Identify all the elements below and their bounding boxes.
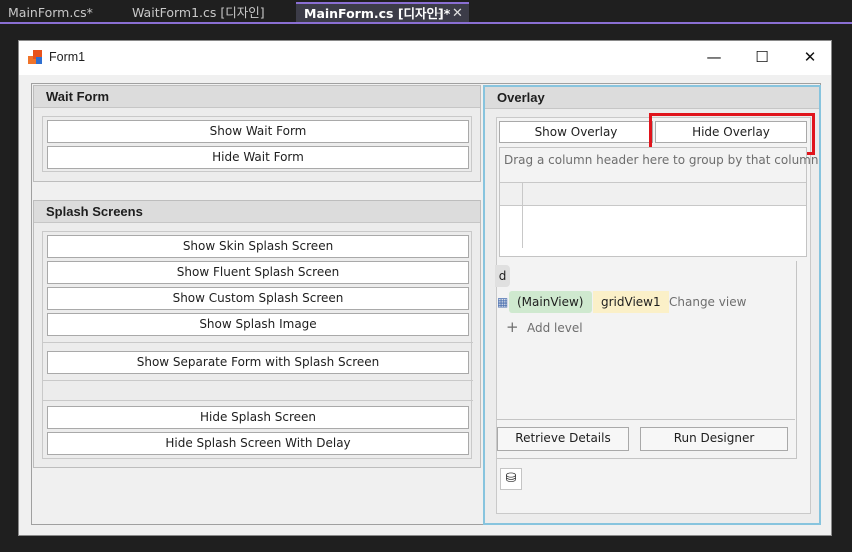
divider — [43, 400, 473, 401]
tab-label: WaitForm1.cs [디자인] — [132, 5, 265, 20]
group-panel-text: Drag a column header here to group by th… — [504, 153, 819, 167]
divider — [43, 342, 473, 343]
level-tab[interactable]: d — [495, 265, 510, 287]
column-header-row — [500, 182, 806, 206]
wait-form-group: Wait Form Show Wait Form Hide Wait Form — [33, 85, 481, 182]
form-app-icon — [28, 50, 43, 65]
close-window-button[interactable]: ✕ — [787, 41, 833, 73]
title-bar: Form1 — ☐ ✕ — [19, 41, 831, 75]
main-view-chip[interactable]: (MainView) — [509, 291, 592, 313]
hide-splash-button[interactable]: Hide Splash Screen — [47, 406, 469, 429]
show-fluent-splash-button[interactable]: Show Fluent Splash Screen — [47, 261, 469, 284]
show-wait-form-button[interactable]: Show Wait Form — [47, 120, 469, 143]
tab-mainform-cs[interactable]: MainForm.cs* — [0, 3, 122, 23]
tab-waitform1-designer[interactable]: WaitForm1.cs [디자인] — [124, 3, 294, 23]
hide-splash-delay-button[interactable]: Hide Splash Screen With Delay — [47, 432, 469, 455]
grid-icon: ▦ — [497, 295, 509, 309]
overlay-header: Overlay — [485, 87, 819, 109]
show-skin-splash-button[interactable]: Show Skin Splash Screen — [47, 235, 469, 258]
minimize-button[interactable]: — — [691, 41, 737, 73]
add-icon: + — [506, 318, 519, 336]
tab-underline — [0, 22, 852, 24]
change-view-link[interactable]: Change view — [669, 295, 746, 309]
run-designer-button[interactable]: Run Designer — [640, 427, 788, 451]
form-window: Form1 — ☐ ✕ Wait Form Show Wait Form Hid… — [18, 40, 832, 536]
tab-label: MainForm.cs [디자인]* — [304, 6, 451, 21]
form-title: Form1 — [49, 50, 86, 64]
wait-form-header: Wait Form — [34, 86, 480, 108]
wait-form-button-panel: Show Wait Form Hide Wait Form — [42, 116, 472, 172]
hide-wait-form-button[interactable]: Hide Wait Form — [47, 146, 469, 169]
grid-control: Drag a column header here to group by th… — [499, 147, 818, 257]
database-icon[interactable]: ⛁ — [500, 468, 522, 490]
retrieve-details-button[interactable]: Retrieve Details — [497, 427, 629, 451]
grid-rows-area — [500, 206, 806, 256]
splash-screens-header: Splash Screens — [34, 201, 480, 223]
show-splash-image-button[interactable]: Show Splash Image — [47, 313, 469, 336]
divider — [497, 419, 795, 420]
divider — [43, 380, 473, 381]
grid-view-chip[interactable]: gridView1 — [593, 291, 669, 313]
pin-icon[interactable]: ⊣ — [434, 4, 444, 24]
close-icon[interactable]: ✕ — [452, 4, 463, 24]
tab-label: MainForm.cs* — [8, 5, 93, 20]
show-overlay-button[interactable]: Show Overlay — [499, 121, 653, 143]
overlay-group: Overlay Show Overlay Hide Overlay Drag a… — [483, 85, 821, 525]
splash-screens-group: Splash Screens Show Skin Splash Screen S… — [33, 200, 481, 468]
show-custom-splash-button[interactable]: Show Custom Splash Screen — [47, 287, 469, 310]
ide-tab-bar: MainForm.cs* WaitForm1.cs [디자인] MainForm… — [0, 0, 852, 24]
add-level-link[interactable]: Add level — [527, 321, 583, 335]
overlay-panel: Show Overlay Hide Overlay Drag a column … — [495, 113, 818, 514]
tab-mainform-designer[interactable]: MainForm.cs [디자인]* ⊣ ✕ — [296, 2, 469, 23]
form-content: Wait Form Show Wait Form Hide Wait Form … — [31, 83, 821, 525]
show-separate-form-button[interactable]: Show Separate Form with Splash Screen — [47, 351, 469, 374]
level-designer: d ▦ (MainView) gridView1 Change view + A… — [495, 261, 797, 459]
splash-button-panel: Show Skin Splash Screen Show Fluent Spla… — [42, 231, 473, 459]
maximize-button[interactable]: ☐ — [739, 41, 785, 73]
